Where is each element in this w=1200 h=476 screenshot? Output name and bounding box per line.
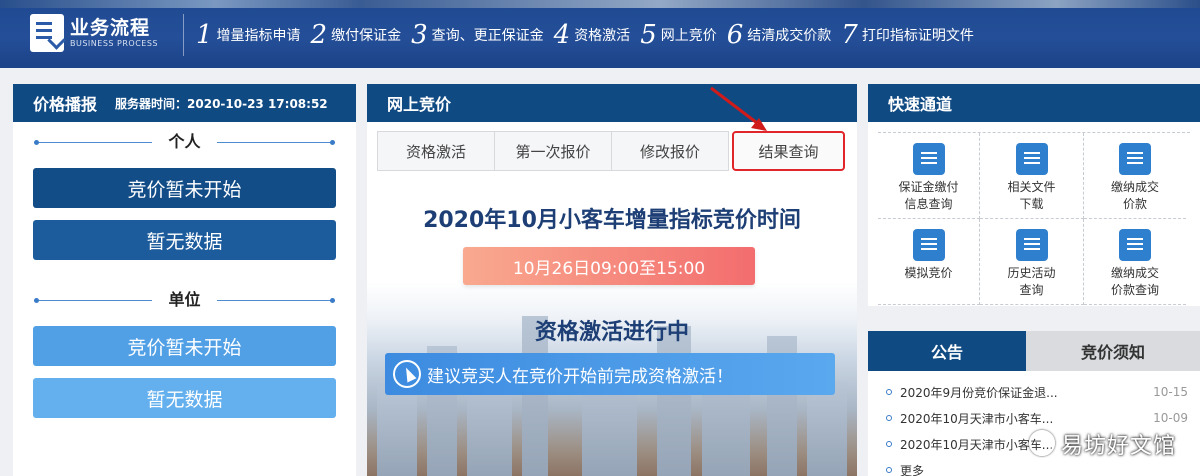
- step-number: 7: [841, 20, 858, 50]
- step-5[interactable]: 5 网上竞价: [640, 22, 717, 48]
- panel-title: 价格播报: [33, 95, 98, 114]
- step-label: 增量指标申请: [216, 28, 301, 44]
- brand-title: 业务流程: [70, 17, 151, 39]
- server-time: 服务器时间：2020-10-23 17:08:52: [115, 96, 328, 111]
- notice-text: 建议竞买人在竞价开始前完成资格激活！: [427, 366, 733, 387]
- panel-header: 网上竞价: [367, 84, 857, 122]
- step-7[interactable]: 7 打印指标证明文件: [841, 22, 974, 48]
- unit-data-button[interactable]: 暂无数据: [33, 378, 336, 418]
- watermark-text: 易坊好文馆: [1060, 434, 1176, 459]
- step-label: 资格激活: [574, 28, 631, 44]
- activation-status: 资格激活进行中: [534, 320, 689, 345]
- quick-access-panel: 快速通道 保证金缴付 信息查询 相关文件 下载 缴纳成交 价款 模拟竞价 历史活…: [868, 84, 1200, 306]
- announcement-date: 10-15: [1153, 385, 1188, 399]
- quick-label: 保证金缴付 信息查询: [898, 180, 959, 211]
- step-number: 4: [553, 20, 571, 50]
- bullet-icon: [886, 389, 892, 395]
- step-number: 5: [640, 20, 657, 50]
- right-column: 快速通道 保证金缴付 信息查询 相关文件 下载 缴纳成交 价款 模拟竞价 历史活…: [868, 84, 1200, 476]
- top-banner: 业务流程 BUSINESS PROCESS 1 增量指标申请 2 缴付保证金 3 查询…: [0, 0, 1200, 68]
- payment-search-icon: [1119, 229, 1151, 261]
- quick-file-download[interactable]: 相关文件 下载: [980, 133, 1084, 219]
- bullet-icon: [886, 415, 892, 421]
- step-1[interactable]: 1 增量指标申请: [196, 22, 301, 48]
- section-title-personal: 个人: [13, 130, 356, 168]
- red-arrow-annotation: [710, 86, 767, 131]
- step-label: 缴付保证金: [331, 28, 402, 44]
- announcement-title: 2020年10月天津市小客车...: [900, 411, 1054, 426]
- quick-label: 模拟竞价: [904, 266, 953, 280]
- announcement-tabs: 公告 竞价须知: [868, 331, 1200, 371]
- process-icon: [30, 14, 64, 52]
- quick-label: 缴纳成交 价款: [1110, 180, 1159, 211]
- step-label: 网上竞价: [660, 28, 717, 44]
- step-3[interactable]: 3 查询、更正保证金: [411, 22, 544, 48]
- section-label: 单位: [168, 290, 201, 309]
- step-label: 结清成交价款: [747, 28, 832, 44]
- step-label: 打印指标证明文件: [861, 28, 974, 44]
- brand-subtitle: BUSINESS PROCESS: [70, 39, 158, 48]
- online-bidding-panel: 网上竞价 资格激活 第一次报价 修改报价 结果查询 2020年10月小客车增量指…: [367, 84, 857, 476]
- quick-history-query[interactable]: 历史活动 查询: [980, 219, 1084, 305]
- divider: [183, 14, 184, 56]
- quick-pay-price[interactable]: 缴纳成交 价款: [1084, 133, 1186, 219]
- gavel-icon: [912, 229, 945, 261]
- step-number: 2: [310, 20, 328, 50]
- tab-bidding-notes[interactable]: 竞价须知: [1026, 331, 1200, 371]
- tab-announcements[interactable]: 公告: [868, 331, 1026, 371]
- process-steps: 1 增量指标申请 2 缴付保证金 3 查询、更正保证金 4 资格激活 5 网上竞价 6 结清…: [196, 22, 984, 48]
- card-icon: [912, 143, 945, 175]
- personal-data-button[interactable]: 暂无数据: [33, 220, 336, 260]
- bullet-icon: [886, 467, 892, 473]
- personal-auction-status-button[interactable]: 竞价暂未开始: [33, 168, 336, 208]
- step-number: 1: [196, 20, 213, 50]
- cursor-icon: [393, 360, 421, 388]
- panel-header: 快速通道: [868, 84, 1200, 122]
- quick-label: 缴纳成交 价款查询: [1110, 266, 1159, 297]
- step-2[interactable]: 2 缴付保证金: [311, 22, 402, 48]
- step-number: 3: [411, 20, 428, 50]
- step-number: 6: [726, 20, 744, 50]
- panel-title: 快速通道: [888, 95, 953, 114]
- panel-title: 网上竞价: [387, 95, 452, 114]
- auction-time: 10月26日09:00至15:00: [463, 247, 755, 285]
- step-label: 查询、更正保证金: [431, 28, 544, 44]
- quick-label: 历史活动 查询: [1007, 266, 1056, 297]
- quick-payment-query[interactable]: 缴纳成交 价款查询: [1084, 219, 1186, 305]
- panel-header: 价格播报 服务器时间：2020-10-23 17:08:52: [13, 84, 356, 122]
- section-title-unit: 单位: [13, 288, 356, 326]
- download-icon: [1015, 143, 1048, 175]
- announcement-title: 2020年9月份竞价保证金退...: [900, 385, 1058, 400]
- quick-access-grid: 保证金缴付 信息查询 相关文件 下载 缴纳成交 价款 模拟竞价 历史活动 查询 …: [878, 132, 1190, 305]
- tab-qualification-activation[interactable]: 资格激活: [377, 131, 495, 171]
- announcement-list: 2020年9月份竞价保证金退... 10-15 2020年10月天津市小客车...…: [868, 371, 1200, 476]
- list-item[interactable]: 2020年9月份竞价保证金退... 10-15: [886, 379, 1188, 405]
- document-icon: [1015, 229, 1048, 261]
- payment-icon: [1119, 143, 1151, 175]
- step-4[interactable]: 4 资格激活: [554, 22, 631, 48]
- brand: 业务流程 BUSINESS PROCESS: [30, 14, 158, 52]
- unit-auction-status-button[interactable]: 竞价暂未开始: [33, 326, 336, 366]
- price-broadcast-panel: 价格播报 服务器时间：2020-10-23 17:08:52 个人 竞价暂未开始…: [13, 84, 356, 476]
- bullet-icon: [886, 441, 892, 447]
- activation-notice[interactable]: 建议竞买人在竞价开始前完成资格激活！: [385, 353, 835, 395]
- quick-label: 相关文件 下载: [1007, 180, 1056, 211]
- step-6[interactable]: 6 结清成交价款: [727, 22, 832, 48]
- watermark-logo-icon: [1029, 430, 1055, 456]
- quick-deposit-info[interactable]: 保证金缴付 信息查询: [878, 133, 980, 219]
- announcement-date: 10-09: [1153, 411, 1188, 425]
- section-label: 个人: [168, 132, 201, 151]
- more-text: 更多: [900, 463, 925, 476]
- auction-headline: 2020年10月小客车增量指标竞价时间: [423, 208, 801, 233]
- tab-first-bid[interactable]: 第一次报价: [494, 131, 612, 171]
- quick-mock-bidding[interactable]: 模拟竞价: [878, 219, 980, 305]
